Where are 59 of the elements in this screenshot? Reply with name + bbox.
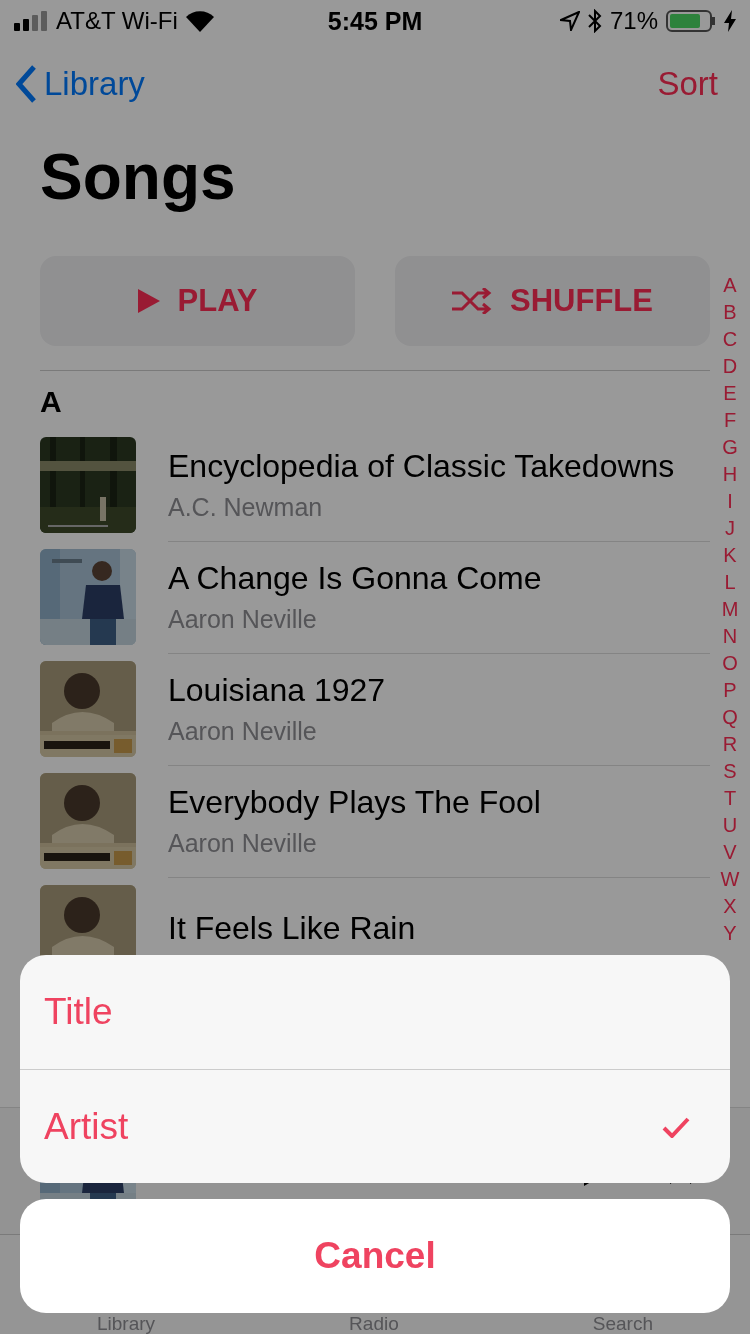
index-letter[interactable]: X (723, 893, 737, 920)
index-letter[interactable]: W (720, 866, 740, 893)
charging-icon (724, 10, 736, 32)
back-button[interactable]: Library (16, 65, 145, 103)
back-chevron-icon (16, 65, 36, 103)
song-title[interactable]: A Change Is Gonna Come (168, 559, 710, 597)
index-letter[interactable]: F (723, 407, 737, 434)
index-letter[interactable]: V (723, 839, 737, 866)
index-letter[interactable]: N (722, 623, 738, 650)
index-letter[interactable]: J (725, 515, 735, 542)
location-icon (559, 11, 580, 31)
index-letter[interactable]: Y (723, 920, 737, 947)
index-letter[interactable]: A (723, 272, 737, 299)
song-title[interactable]: Louisiana 1927 (168, 671, 710, 709)
bluetooth-icon (587, 9, 602, 33)
sort-option[interactable]: Title (20, 955, 730, 1069)
index-letter[interactable]: B (723, 299, 737, 326)
checkmark-icon (662, 1115, 690, 1138)
play-button[interactable]: PLAY (40, 256, 355, 346)
index-letter[interactable]: Q (722, 704, 738, 731)
battery-icon (666, 10, 716, 32)
index-letter[interactable]: G (722, 434, 738, 461)
index-letter[interactable]: M (721, 596, 739, 623)
battery-percent: 71% (609, 7, 658, 35)
index-letter[interactable]: I (727, 488, 733, 515)
song-title[interactable]: It Feels Like Rain (168, 910, 710, 947)
shuffle-button[interactable]: SHUFFLE (395, 256, 710, 346)
index-letter[interactable]: E (723, 380, 737, 407)
index-letter[interactable]: K (723, 542, 737, 569)
signal-icon (14, 11, 48, 31)
index-letter[interactable]: D (722, 353, 738, 380)
index-letter[interactable]: S (723, 758, 737, 785)
index-letter[interactable]: C (722, 326, 738, 353)
cancel-button[interactable]: Cancel (20, 1199, 730, 1313)
index-letter[interactable]: L (724, 569, 736, 596)
carrier-label: AT&T Wi-Fi (56, 7, 178, 35)
song-artist: Aaron Neville (168, 604, 318, 634)
index-letter[interactable]: P (723, 677, 737, 704)
shuffle-icon (452, 288, 493, 314)
tab-label[interactable]: Radio (349, 1314, 399, 1334)
tab-label[interactable]: Library (97, 1314, 156, 1334)
song-artist: A.C. Newman (168, 492, 324, 522)
sort-button[interactable]: Sort (657, 65, 718, 103)
index-letter[interactable]: H (722, 461, 738, 488)
song-artist: Aaron Neville (168, 828, 318, 858)
index-letter[interactable]: T (723, 785, 737, 812)
wifi-icon (185, 10, 214, 32)
song-title[interactable]: Everybody Plays The Fool (168, 783, 710, 821)
index-letter[interactable]: O (722, 650, 738, 677)
index-letter[interactable]: U (722, 812, 738, 839)
index-letter[interactable]: R (722, 731, 738, 758)
sort-option[interactable]: Artist (20, 1069, 730, 1183)
song-title[interactable]: Encyclopedia of Classic Takedowns (168, 447, 710, 485)
status-time: 5:45 PM (327, 6, 423, 36)
page-title: Songs (40, 140, 237, 214)
section-header: A (40, 370, 710, 429)
play-icon (137, 289, 160, 313)
tab-label[interactable]: Search (592, 1314, 653, 1334)
song-artist: Aaron Neville (168, 716, 318, 746)
